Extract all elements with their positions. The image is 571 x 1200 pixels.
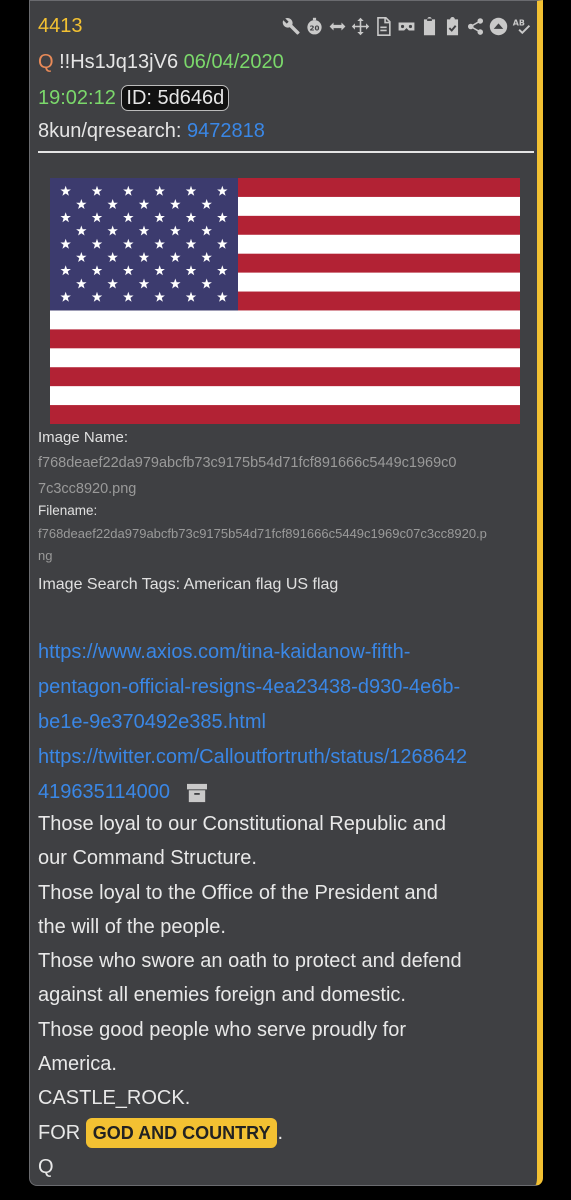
clipboard-check-icon[interactable] — [443, 15, 462, 37]
twitter-link-line-1[interactable]: https://twitter.com/Calloutfortruth/stat… — [38, 740, 536, 775]
message-line: Those loyal to our Constitutional Republ… — [38, 813, 447, 835]
arrows-horizontal-icon[interactable] — [328, 15, 347, 37]
axios-link-line-3[interactable]: be1e-9e370492e385.html — [38, 705, 536, 740]
spellcheck-icon[interactable]: AB — [512, 15, 531, 37]
post-author-line: Q !!Hs1Jq13jV6 06/04/2020 — [38, 51, 284, 74]
axios-link-line-2[interactable]: pentagon-official-resigns-4ea23438-d930-… — [38, 670, 536, 705]
post-number[interactable]: 4413 — [38, 15, 83, 38]
archive-icon[interactable] — [186, 783, 208, 803]
poster-id-badge[interactable]: ID: 5d646d — [121, 85, 230, 111]
for-text: FOR — [38, 1121, 81, 1144]
signature: Q — [38, 1155, 54, 1178]
flag-stripe — [50, 367, 520, 387]
board-line: 8kun/qresearch: 9472818 — [38, 120, 265, 143]
message-line: Those good people who serve proudly for — [38, 1018, 407, 1041]
clipboard-icon[interactable] — [420, 15, 439, 37]
post-time-line: 19:02:12 ID: 5d646d — [38, 85, 230, 111]
post-date: 06/04/2020 — [183, 51, 284, 73]
board-name: 8kun/qresearch: — [38, 120, 182, 142]
filename-value-line-2: ng — [38, 548, 53, 563]
message-line: America. — [38, 1053, 117, 1076]
image-search-tags: Image Search Tags: American flag US flag — [38, 576, 339, 593]
svg-text:20: 20 — [310, 23, 320, 32]
period: . — [277, 1121, 284, 1144]
image-name-value-line-1: f768deaef22da979abcfb73c9175b54d71fcf891… — [38, 455, 457, 471]
post-toolbar: 20 AB — [282, 15, 531, 37]
us-flag-image[interactable] — [50, 178, 520, 424]
vr-headset-icon[interactable] — [397, 15, 416, 37]
flag-stripe — [50, 329, 520, 349]
flag-stripe — [50, 310, 520, 330]
q-marker: Q — [38, 51, 54, 73]
post-time: 19:02:12 — [38, 87, 116, 109]
image-name-label: Image Name: — [38, 429, 129, 446]
divider — [38, 151, 534, 153]
filename-value-line-1: f768deaef22da979abcfb73c9175b54d71fcf891… — [38, 526, 487, 541]
flag-stripe — [50, 348, 520, 368]
share-icon[interactable] — [466, 15, 485, 37]
for-line: FOR GOD AND COUNTRY. — [38, 1116, 536, 1150]
image-name-value-line-2: 7c3cc8920.png — [38, 481, 137, 497]
twitter-link-line-2[interactable]: 419635114000 — [38, 781, 170, 803]
svg-text:AB: AB — [513, 18, 525, 27]
twitter-link-line-2-row: 419635114000 — [38, 775, 536, 810]
message-line: our Command Structure. — [38, 847, 257, 870]
axios-link-line-1[interactable]: https://www.axios.com/tina-kaidanow-fift… — [38, 635, 536, 670]
message-line: the will of the people. — [38, 915, 226, 938]
post-card: 4413 20 AB Q !!Hs1Jq13jV6 06/04/2020 19:… — [29, 0, 543, 1186]
message-line: against all enemies foreign and domestic… — [38, 984, 406, 1007]
timer-20-icon[interactable]: 20 — [305, 15, 324, 37]
post-message: Those loyal to our Constitutional Republ… — [38, 807, 536, 1184]
up-arrow-circle-icon[interactable] — [489, 15, 508, 37]
flag-stripe — [50, 386, 520, 406]
highlight-text: GOD AND COUNTRY — [85, 1117, 278, 1148]
file-icon[interactable] — [374, 15, 393, 37]
message-line: CASTLE_ROCK. — [38, 1087, 191, 1110]
message-line: Those who swore an oath to protect and d… — [38, 950, 462, 973]
message-line: Those loyal to the Office of the Preside… — [38, 881, 438, 904]
flag-stripe — [50, 405, 520, 424]
move-icon[interactable] — [351, 15, 370, 37]
tripcode: !!Hs1Jq13jV6 — [59, 51, 179, 73]
wrench-icon[interactable] — [282, 15, 301, 37]
link-list: https://www.axios.com/tina-kaidanow-fift… — [38, 635, 536, 810]
thread-link[interactable]: 9472818 — [187, 120, 265, 142]
filename-label: Filename: — [38, 503, 98, 518]
